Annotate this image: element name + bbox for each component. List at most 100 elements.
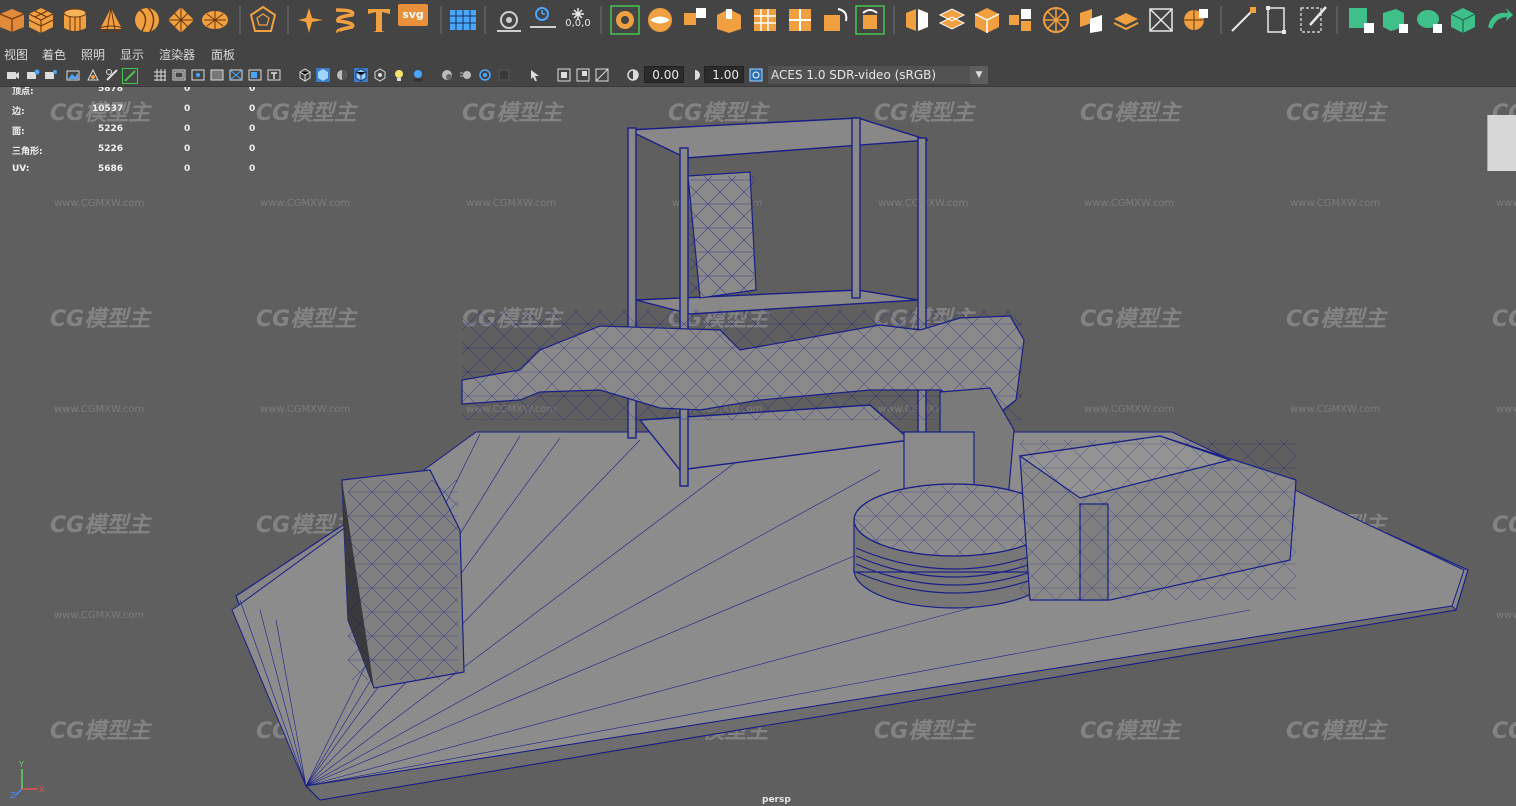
merge-icon[interactable] <box>714 5 744 35</box>
frame-selected-icon[interactable] <box>576 68 590 82</box>
image-plane-icon[interactable] <box>66 68 80 82</box>
wireframe-shade-icon[interactable] <box>298 68 312 82</box>
exposure-icon[interactable] <box>626 68 640 82</box>
3d-viewport[interactable]: CG模型主 www.CGMXW.com CG模型主 www.CGMXW.com CG模型… <box>0 87 1516 806</box>
chevron-down-icon[interactable]: ▼ <box>970 66 988 84</box>
grid-icon[interactable] <box>448 5 478 35</box>
hud-count: 5226 <box>98 124 124 134</box>
panel-menu-bar: 视图 着色 照明 显示 渲染器 面板 <box>0 44 1516 64</box>
gamma-field[interactable]: 1.00 <box>704 66 744 83</box>
combine-icon[interactable] <box>820 5 850 35</box>
disc-icon[interactable] <box>200 5 230 35</box>
axis-x-label: X <box>39 785 45 794</box>
smooth-icon[interactable] <box>855 5 885 35</box>
curve-icon[interactable] <box>1228 5 1258 35</box>
field-chart-icon[interactable] <box>229 68 243 82</box>
green-cube-icon[interactable] <box>1346 5 1376 35</box>
resolution-gate-icon[interactable] <box>191 68 205 82</box>
axis-z-label: Z <box>10 791 16 799</box>
menu-shading[interactable]: 着色 <box>42 46 66 63</box>
safe-title-icon[interactable] <box>267 68 281 82</box>
bool-icon[interactable] <box>750 5 780 35</box>
color-space-select[interactable]: ACES 1.0 SDR-video (sRGB) ▼ <box>768 66 988 84</box>
green-stack-icon[interactable] <box>1448 5 1478 35</box>
depth-of-field-icon[interactable] <box>497 68 511 82</box>
green-drum-icon[interactable] <box>1414 5 1444 35</box>
sweep-icon[interactable] <box>494 5 524 35</box>
menu-renderer[interactable]: 渲染器 <box>159 46 195 63</box>
mirror-icon[interactable] <box>902 5 932 35</box>
slice-icon[interactable] <box>1181 5 1211 35</box>
shadows-icon[interactable] <box>411 68 425 82</box>
isolate-select-icon[interactable] <box>528 68 542 82</box>
separate-icon[interactable] <box>785 5 815 35</box>
svg-icon[interactable]: svg <box>398 4 428 26</box>
uv-icon[interactable] <box>1006 5 1036 35</box>
light-icon[interactable] <box>392 68 406 82</box>
platonic-icon[interactable] <box>248 5 278 35</box>
camera-select-icon[interactable] <box>6 68 20 82</box>
frame-all-icon[interactable] <box>557 68 571 82</box>
brush-icon[interactable] <box>1298 5 1328 35</box>
hud-label: UV: <box>12 164 30 174</box>
camera-attr-icon[interactable] <box>26 68 40 82</box>
cut-icon[interactable] <box>1146 5 1176 35</box>
color-management-icon[interactable] <box>749 68 763 82</box>
quad-draw-icon[interactable] <box>937 5 967 35</box>
helix-icon[interactable] <box>330 5 360 35</box>
hud-count: 5686 <box>98 164 124 174</box>
retopo-icon[interactable] <box>972 5 1002 35</box>
extrude-icon[interactable] <box>645 5 675 35</box>
wireframe-pencil-icon[interactable] <box>122 68 138 84</box>
hud-row: 边: 10537 0 0 <box>12 104 282 118</box>
shelf-separator <box>600 6 602 34</box>
screen-space-ao-icon[interactable] <box>440 68 454 82</box>
pivot-icon[interactable] <box>528 5 558 35</box>
origin-icon[interactable]: 0,0,0 <box>563 6 593 36</box>
panel-toolbar: 0.00 1.00 ACES 1.0 SDR-video (sRGB) ▼ <box>0 64 1516 87</box>
menu-lighting[interactable]: 照明 <box>81 46 105 63</box>
smooth-shade-icon[interactable] <box>316 68 330 82</box>
hud-count: 5878 <box>98 87 124 94</box>
menu-view[interactable]: 视图 <box>4 46 28 63</box>
view-cube[interactable] <box>1487 115 1516 171</box>
xray-icon[interactable] <box>373 68 387 82</box>
hud-count: 5226 <box>98 144 124 154</box>
film-gate-icon[interactable] <box>172 68 186 82</box>
green-box-icon[interactable] <box>1380 5 1410 35</box>
grease-pencil-icon[interactable] <box>105 68 119 82</box>
weight-icon[interactable] <box>1262 5 1292 35</box>
cone-icon[interactable] <box>96 5 126 35</box>
2d-pan-icon[interactable] <box>86 68 100 82</box>
axis-gizmo: Y X Z <box>10 760 45 799</box>
axis-y-label: Y <box>18 760 24 769</box>
plane-icon[interactable] <box>166 5 196 35</box>
shade-default-material-icon[interactable] <box>335 68 349 82</box>
bevel-icon[interactable] <box>680 5 710 35</box>
shelf-separator <box>1336 6 1338 34</box>
exposure-field[interactable]: 0.00 <box>644 66 684 83</box>
sparkle-icon[interactable] <box>296 5 326 35</box>
gamma-icon[interactable] <box>688 68 702 82</box>
grid-toggle-icon[interactable] <box>153 68 167 82</box>
motion-blur-icon[interactable] <box>459 68 473 82</box>
menu-show[interactable]: 显示 <box>120 46 144 63</box>
two-sided-lighting-icon[interactable] <box>595 68 609 82</box>
safe-action-icon[interactable] <box>248 68 262 82</box>
torus-icon[interactable] <box>132 5 162 35</box>
bridge-icon[interactable] <box>610 5 640 35</box>
hud-row: 三角形: 5226 0 0 <box>12 144 282 158</box>
lasso-icon[interactable] <box>1041 5 1071 35</box>
green-arrow-icon[interactable] <box>1484 5 1514 35</box>
gate-mask-icon[interactable] <box>210 68 224 82</box>
sculpt-icon[interactable] <box>1111 5 1141 35</box>
bookmark-icon[interactable] <box>44 68 58 82</box>
wireframe-on-shaded-icon[interactable] <box>354 68 368 82</box>
cube-icon[interactable] <box>26 5 56 35</box>
anti-alias-icon[interactable] <box>478 68 492 82</box>
cylinder-icon[interactable] <box>60 5 90 35</box>
paint-icon[interactable] <box>1076 5 1106 35</box>
text-icon[interactable] <box>364 5 394 35</box>
menu-panels[interactable]: 面板 <box>211 46 235 63</box>
cube-icon-partial[interactable] <box>0 5 28 35</box>
